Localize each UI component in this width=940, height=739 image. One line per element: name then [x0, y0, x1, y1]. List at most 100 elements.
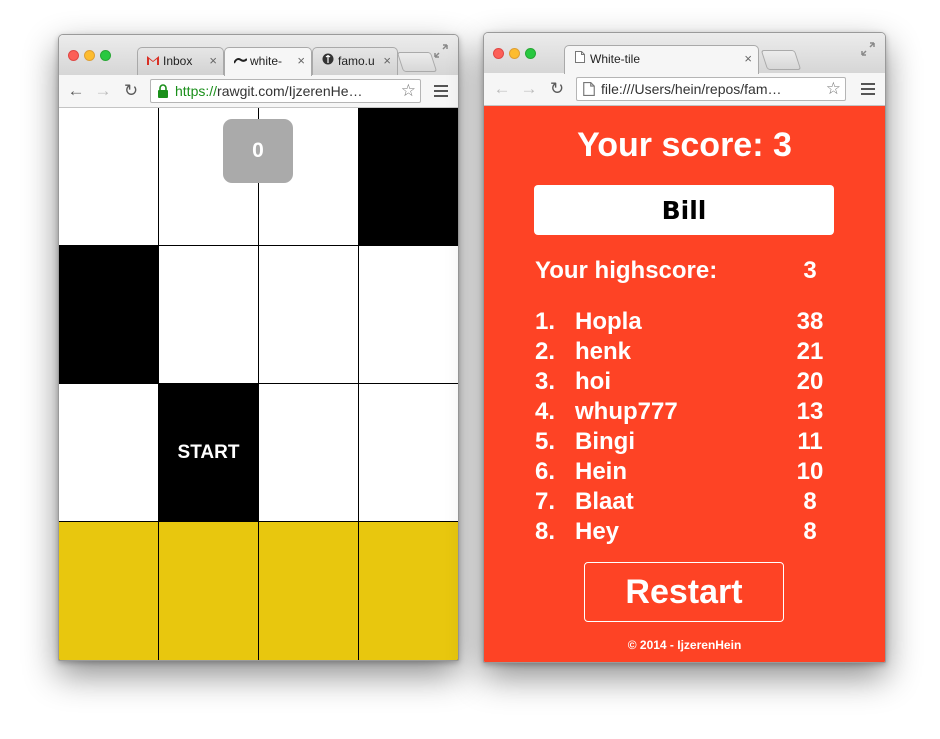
forward-arrow-icon[interactable]: → — [93, 81, 113, 101]
tile-yellow[interactable] — [259, 522, 358, 660]
tile-black[interactable] — [359, 108, 458, 245]
start-label: START — [177, 441, 240, 463]
titlebar: White-tile × — [484, 33, 885, 74]
leaderboard-name: Hopla — [575, 308, 642, 335]
tile-white[interactable] — [59, 384, 158, 521]
leaderboard-row: 8. Hey 8 — [535, 517, 835, 547]
tile-yellow[interactable] — [359, 522, 458, 660]
leaderboard-rank: 3. — [535, 368, 556, 395]
highscore-label: Your highscore: — [535, 257, 718, 284]
browser-toolbar: ← → ↻ file:///Users/hein/repos/fam… ☆ — [484, 73, 885, 106]
leaderboard-score: 10 — [796, 458, 824, 485]
leaderboard-score: 8 — [803, 488, 817, 515]
wave-icon — [232, 49, 248, 75]
close-tab-icon[interactable]: × — [383, 48, 391, 74]
leaderboard-rank: 7. — [535, 488, 556, 515]
zoom-window-icon[interactable] — [525, 48, 536, 59]
tile-black[interactable] — [59, 246, 158, 383]
tab-label: White-tile — [590, 52, 641, 66]
reload-icon[interactable]: ↻ — [547, 79, 567, 99]
tile-white[interactable] — [359, 246, 458, 383]
close-tab-icon[interactable]: × — [744, 46, 752, 72]
tile-white[interactable] — [259, 246, 358, 383]
menu-icon[interactable] — [861, 83, 875, 95]
tab-inbox[interactable]: Inbox × — [137, 47, 224, 75]
score-badge: 0 — [223, 119, 293, 183]
close-window-icon[interactable] — [493, 48, 504, 59]
tab-famous[interactable]: famo.u × — [312, 47, 398, 75]
tile-white[interactable] — [359, 384, 458, 521]
new-tab-button[interactable] — [396, 52, 438, 72]
close-window-icon[interactable] — [68, 50, 79, 61]
leaderboard-score: 38 — [796, 308, 824, 335]
url-text: file:///Users/hein/repos/fam… — [601, 81, 782, 97]
tab-white-tile[interactable]: white- × — [224, 47, 312, 76]
page-icon — [573, 47, 587, 73]
game-board: START 0 — [59, 108, 458, 660]
leaderboard-name: henk — [575, 338, 632, 365]
results-panel: Your score: 3 Your highscore: 3 1. Hopla 3… — [484, 106, 885, 662]
lock-icon — [158, 84, 168, 98]
url-scheme: https:// — [175, 83, 218, 99]
minimize-window-icon[interactable] — [509, 48, 520, 59]
url-text: rawgit.com/IjzerenHe… — [217, 83, 363, 99]
titlebar: Inbox × white- × famo.u × — [59, 35, 458, 76]
famous-icon — [321, 49, 335, 75]
address-bar[interactable]: file:///Users/hein/repos/fam… ☆ — [576, 77, 846, 101]
back-arrow-icon[interactable]: ← — [492, 79, 512, 99]
browser-toolbar: ← → ↻ https://rawgit.com/IjzerenHe… ☆ — [59, 75, 458, 108]
leaderboard-score: 13 — [796, 398, 824, 425]
tab-label: Inbox — [163, 54, 193, 68]
tab-white-tile[interactable]: White-tile × — [564, 45, 759, 74]
tab-label: white- — [250, 54, 283, 68]
footer-copyright: © 2014 - IjzerenHein — [627, 638, 742, 652]
menu-icon[interactable] — [434, 85, 448, 97]
tile-yellow[interactable] — [59, 522, 158, 660]
tile-white[interactable] — [59, 108, 158, 245]
gmail-icon — [146, 49, 160, 75]
leaderboard-name: Blaat — [575, 488, 634, 515]
browser-window-game: Inbox × white- × famo.u × ← → ↻ https://… — [58, 34, 459, 661]
leaderboard-row: 7. Blaat 8 — [535, 487, 835, 517]
leaderboard-row: 3. hoi 20 — [535, 367, 835, 397]
leaderboard-name: hoi — [575, 368, 611, 395]
leaderboard-score: 11 — [797, 428, 823, 455]
highscore-value: 3 — [803, 257, 817, 284]
reload-icon[interactable]: ↻ — [121, 81, 141, 101]
fullscreen-icon[interactable] — [434, 44, 448, 58]
leaderboard-name: Hey — [575, 518, 620, 545]
leaderboard-row: 5. Bingi 11 — [535, 427, 835, 457]
leaderboard-name: whup777 — [575, 398, 678, 425]
restart-button[interactable]: Restart — [584, 562, 784, 622]
leaderboard-row: 6. Hein 10 — [535, 457, 835, 487]
minimize-window-icon[interactable] — [84, 50, 95, 61]
bookmark-star-icon[interactable]: ☆ — [826, 78, 841, 100]
leaderboard-score: 21 — [796, 338, 824, 365]
browser-window-results: White-tile × ← → ↻ file:///Users/hein/re… — [483, 32, 886, 663]
player-name-input[interactable] — [534, 185, 834, 235]
tile-white[interactable] — [259, 384, 358, 521]
score-title: Your score: 3 — [577, 126, 792, 164]
leaderboard: 1. Hopla 38 2. henk 21 3. hoi 20 4. whup777 13 5. Bin… — [535, 307, 835, 547]
leaderboard-score: 8 — [803, 518, 817, 545]
leaderboard-row: 4. whup777 13 — [535, 397, 835, 427]
tile-yellow[interactable] — [159, 522, 258, 660]
page-icon — [583, 82, 595, 96]
back-arrow-icon[interactable]: ← — [66, 81, 86, 101]
zoom-window-icon[interactable] — [100, 50, 111, 61]
leaderboard-rank: 5. — [535, 428, 556, 455]
window-controls — [493, 46, 541, 64]
fullscreen-icon[interactable] — [861, 42, 875, 56]
leaderboard-rank: 1. — [535, 308, 556, 335]
tile-white[interactable] — [159, 246, 258, 383]
leaderboard-rank: 6. — [535, 458, 556, 485]
close-tab-icon[interactable]: × — [297, 48, 305, 74]
forward-arrow-icon[interactable]: → — [519, 79, 539, 99]
address-bar[interactable]: https://rawgit.com/IjzerenHe… ☆ — [150, 79, 421, 103]
bookmark-star-icon[interactable]: ☆ — [401, 80, 416, 102]
leaderboard-name: Bingi — [575, 428, 635, 455]
tab-label: famo.u — [338, 54, 375, 68]
start-tile[interactable]: START — [159, 384, 258, 521]
close-tab-icon[interactable]: × — [209, 48, 217, 74]
new-tab-button[interactable] — [760, 50, 802, 70]
